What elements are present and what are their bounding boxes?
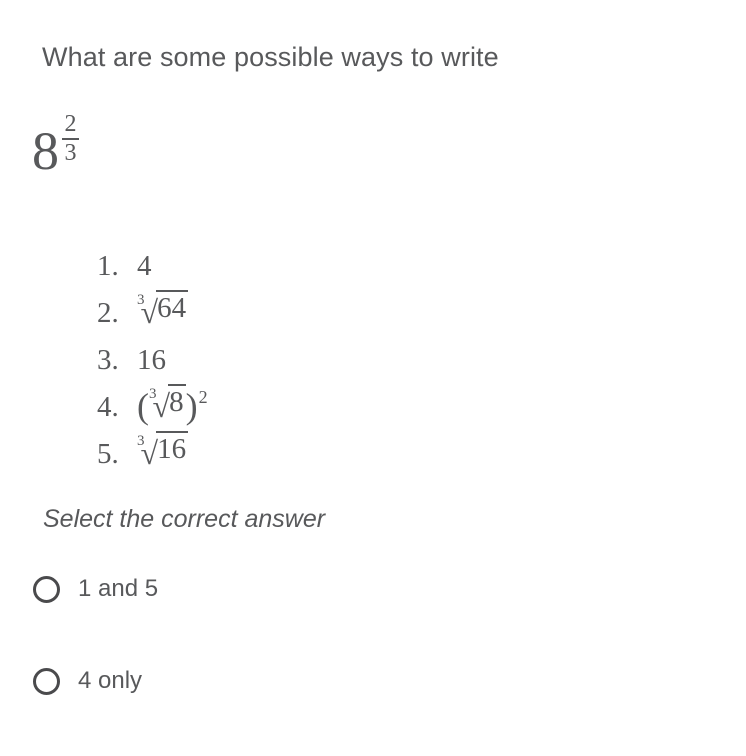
question-page: What are some possible ways to write 8 2… <box>0 0 746 748</box>
answer-option-4-only[interactable]: 4 only <box>33 664 433 698</box>
expression-exponent-fraction: 2 3 <box>62 111 79 167</box>
list-item-content: 16 <box>137 337 166 384</box>
fraction-numerator: 2 <box>64 111 77 137</box>
close-paren: ) <box>185 386 198 426</box>
radicand-value: 8 <box>168 384 186 418</box>
expression-base: 8 <box>32 121 59 181</box>
option-list: 1. 4 2. 3 √ 64 3. 16 4. (3 √ 8) 2 5. 3… <box>97 243 208 478</box>
plain-value: 4 <box>137 250 152 282</box>
open-paren: ( <box>137 386 149 426</box>
radicand-value: 64 <box>156 290 189 324</box>
page-title: What are some possible ways to write <box>42 42 499 72</box>
plain-value: 16 <box>137 344 166 376</box>
list-item: 3. 16 <box>97 337 208 384</box>
answer-option-label: 1 and 5 <box>78 575 159 602</box>
list-item-content: 3 √ 16 <box>137 431 189 469</box>
instruction-text: Select the correct answer <box>43 505 326 533</box>
radical-expression: 3 √ 16 <box>137 431 189 469</box>
list-item-number: 1. <box>97 250 119 282</box>
list-item: 2. 3 √ 64 <box>97 290 208 337</box>
list-item-number: 2. <box>97 297 119 329</box>
answer-options-group: 1 and 5 4 only <box>33 572 433 756</box>
list-item: 4. ( 3 √ 8 ) 2 <box>97 384 208 431</box>
radical-expression: 3 √ 64 <box>137 290 189 328</box>
list-item-content: 3 √ 64 <box>137 290 189 328</box>
radio-button-icon[interactable] <box>33 667 60 695</box>
list-item: 1. 4 <box>97 243 208 290</box>
answer-option-label: 4 only <box>78 667 143 694</box>
list-item-content: 4 <box>137 243 152 290</box>
exponent-value: 2 <box>198 387 208 407</box>
radio-button-icon[interactable] <box>33 575 60 603</box>
list-item-number: 5. <box>97 438 119 470</box>
math-expression: 8 2 3 <box>32 111 79 178</box>
fraction-denominator: 3 <box>64 140 77 167</box>
list-item-number: 4. <box>97 391 119 423</box>
answer-option-1-and-5[interactable]: 1 and 5 <box>33 572 433 606</box>
radical-expression: 3 √ 8 <box>149 384 186 422</box>
list-item-number: 3. <box>97 344 119 376</box>
list-item: 5. 3 √ 16 <box>97 431 208 478</box>
radicand-value: 16 <box>156 431 189 465</box>
list-item-content: ( 3 √ 8 ) 2 <box>137 384 208 426</box>
